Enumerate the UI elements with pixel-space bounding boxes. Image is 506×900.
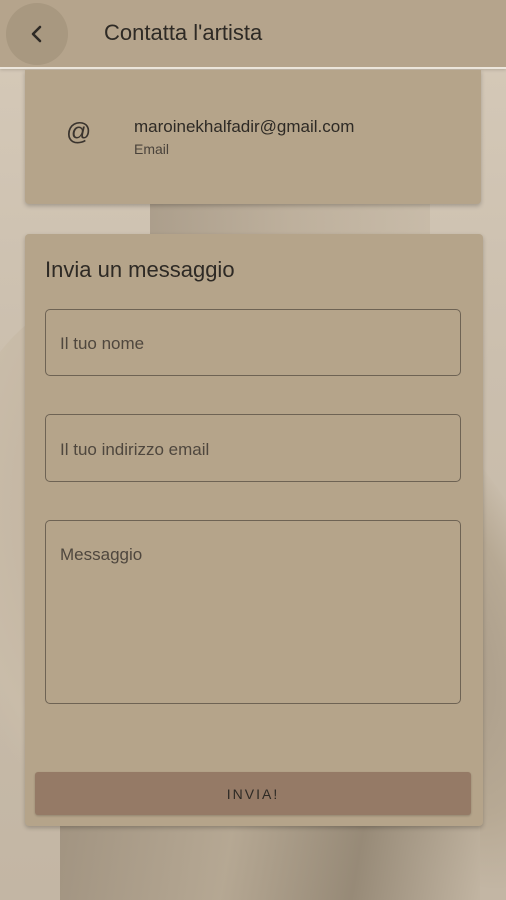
at-icon: @ [66, 118, 92, 146]
app-bar: Contatta l'artista [0, 0, 506, 69]
name-input[interactable]: Il tuo nome [45, 309, 461, 376]
chevron-left-icon [31, 25, 42, 43]
email-placeholder: Il tuo indirizzo email [60, 440, 210, 459]
message-placeholder: Messaggio [60, 545, 143, 564]
page-title: Contatta l'artista [104, 20, 263, 45]
email-label: Email [134, 141, 170, 157]
contact-email-card[interactable] [25, 70, 481, 204]
message-textarea[interactable]: Messaggio [45, 520, 461, 704]
form-title: Invia un messaggio [45, 257, 235, 282]
back-button[interactable] [6, 3, 68, 65]
email-input[interactable]: Il tuo indirizzo email [45, 414, 461, 482]
name-placeholder: Il tuo nome [60, 334, 145, 353]
email-value[interactable]: maroinekhalfadir@gmail.com [134, 117, 354, 137]
send-button[interactable]: INVIA! [35, 772, 471, 815]
